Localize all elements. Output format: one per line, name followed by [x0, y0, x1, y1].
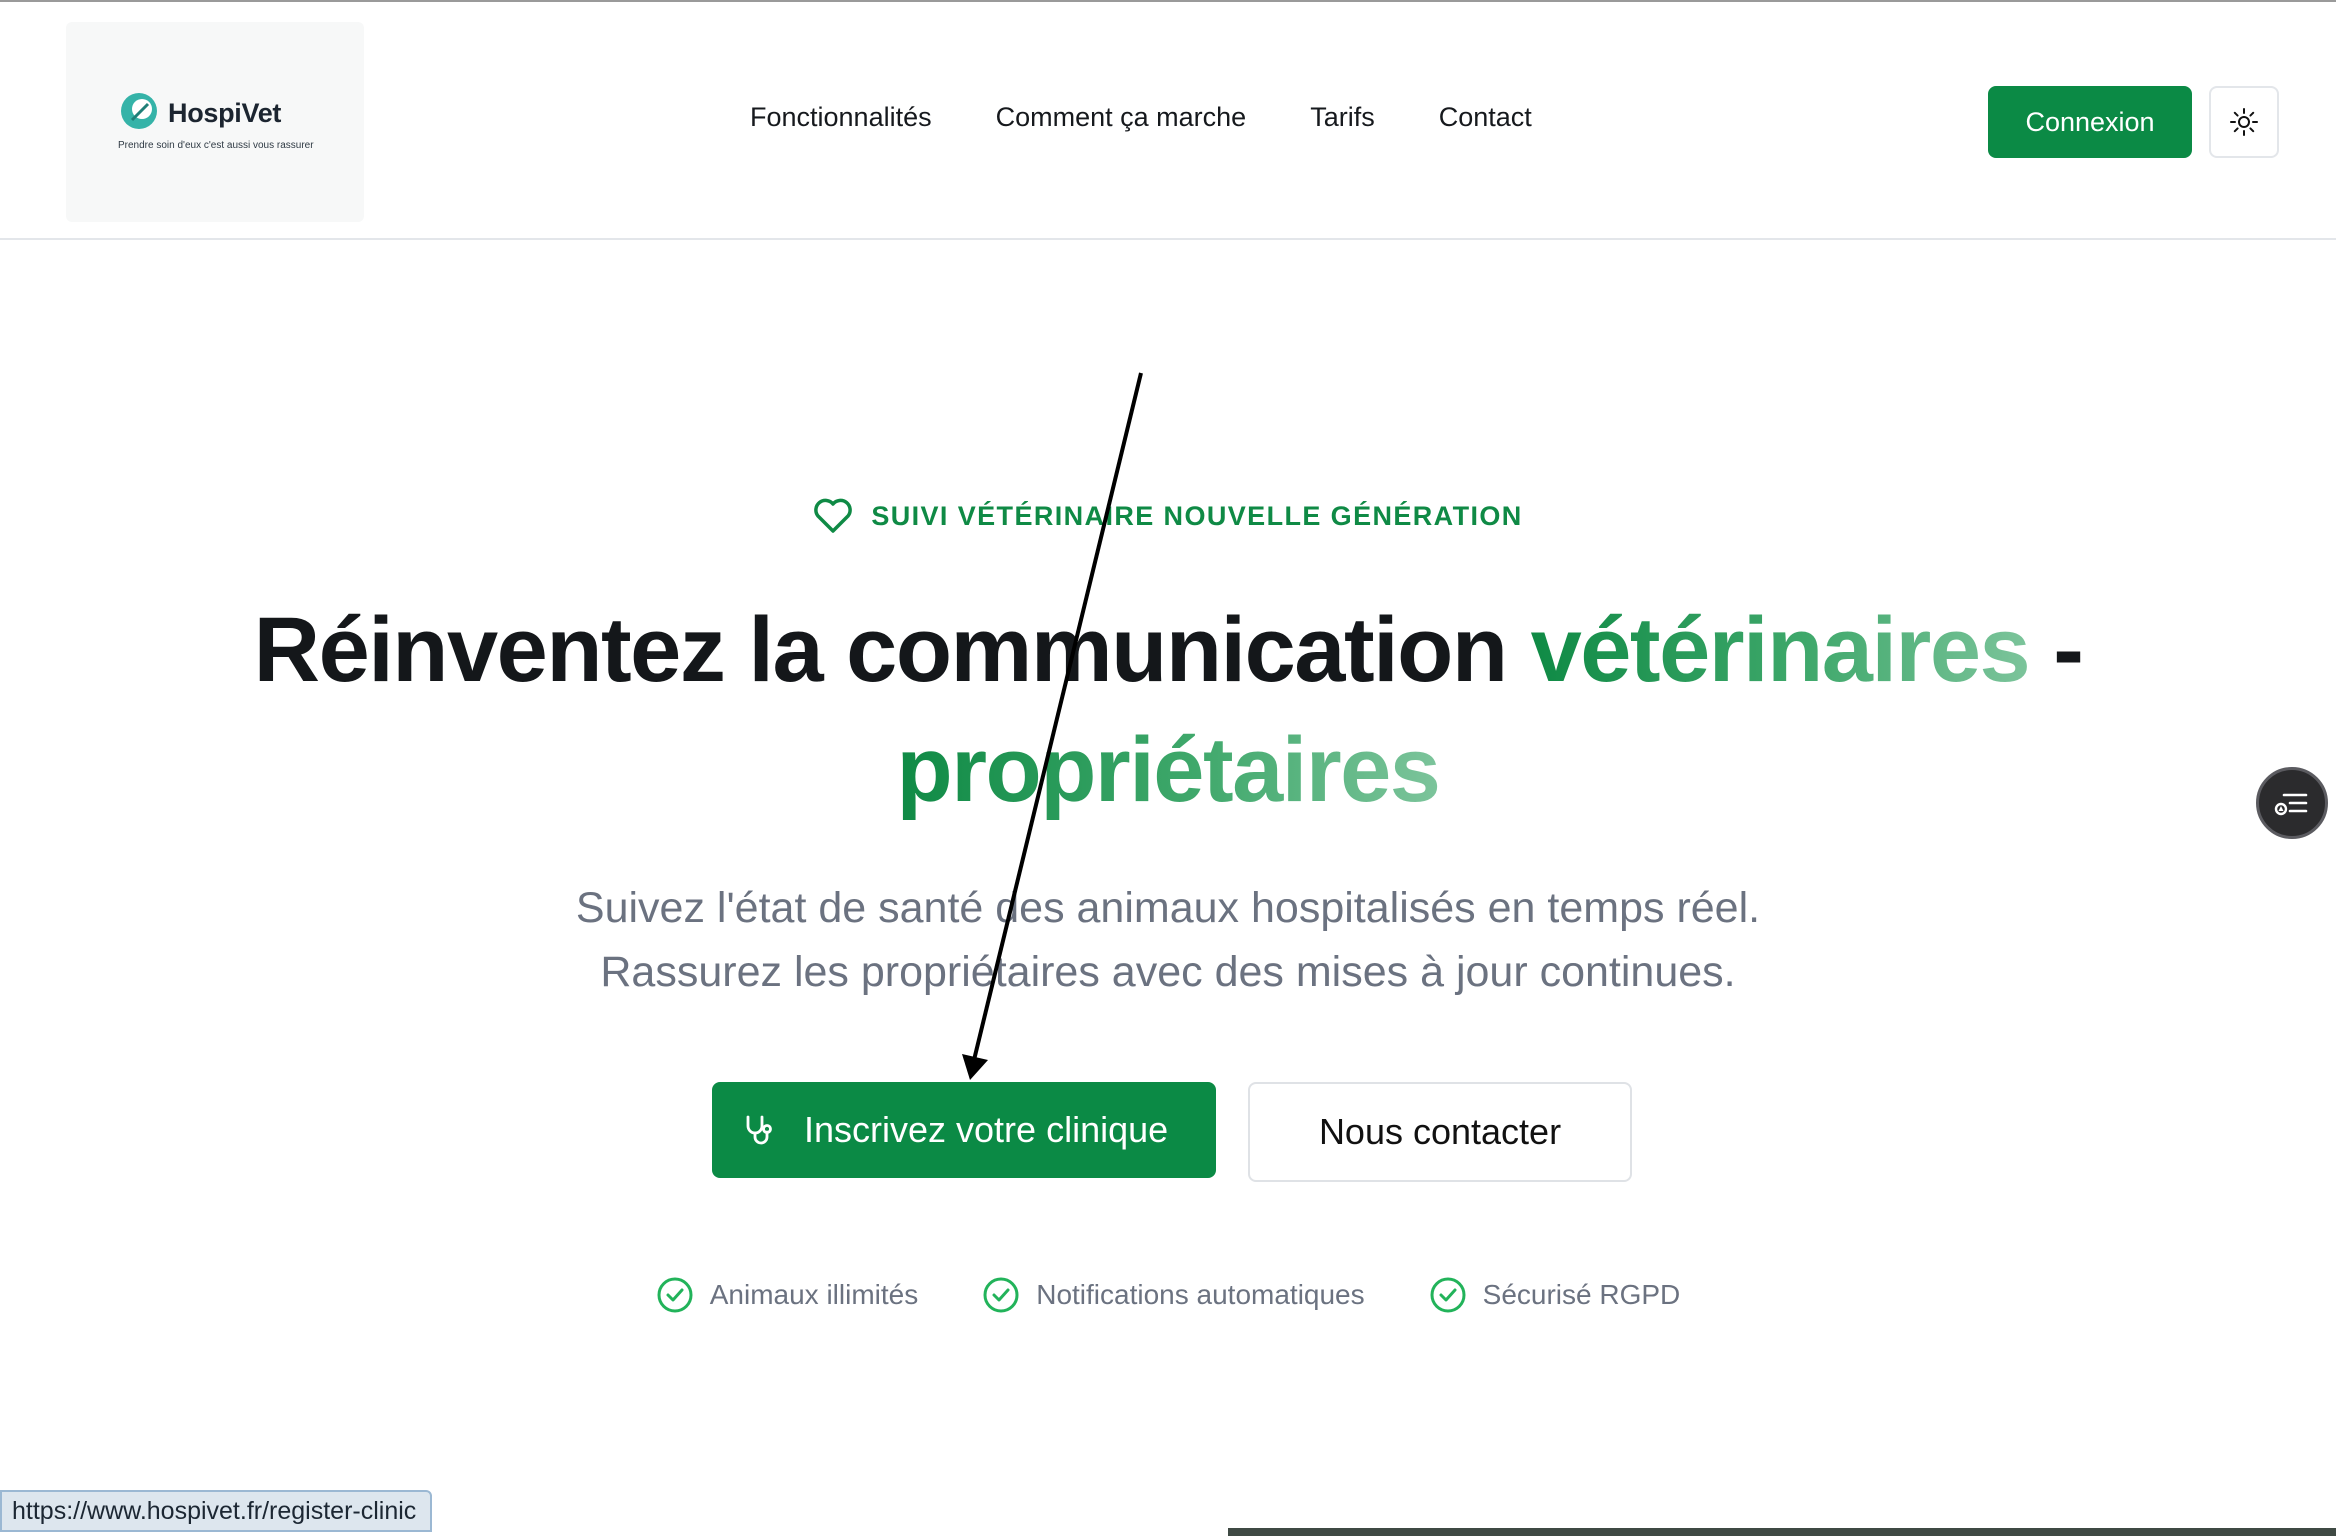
main-nav: Fonctionnalités Comment ça marche Tarifs…: [750, 102, 1532, 133]
headline-highlight-veterinaires: vétérinaires: [1530, 599, 2031, 701]
feature-label: Animaux illimités: [709, 1279, 919, 1310]
register-clinic-button[interactable]: Inscrivez votre clinique: [712, 1082, 1216, 1178]
headline-highlight-proprietaires: propriétaires: [896, 719, 1441, 821]
check-circle-icon: [657, 1277, 693, 1313]
sun-icon: [2230, 108, 2258, 136]
site-header: HospiVet Prendre soin d'eux c'est aussi …: [0, 2, 2336, 240]
feature-item: Notifications automatiques: [982, 1276, 1365, 1314]
bottom-image-strip: [1228, 1528, 2336, 1536]
feature-label: Sécurisé RGPD: [1482, 1279, 1681, 1310]
hero-eyebrow: SUIVI VÉTÉRINAIRE NOUVELLE GÉNÉRATION: [0, 498, 2336, 534]
nav-item-contact[interactable]: Contact: [1439, 102, 1532, 133]
logo[interactable]: HospiVet Prendre soin d'eux c'est aussi …: [66, 22, 364, 222]
nav-item-fonctionnalites[interactable]: Fonctionnalités: [750, 102, 932, 133]
logo-tagline: Prendre soin d'eux c'est aussi vous rass…: [118, 140, 314, 151]
headline-part1: Réinventez la communication: [253, 599, 1531, 701]
login-button[interactable]: Connexion: [1988, 86, 2192, 158]
subtitle-line2: Rassurez les propriétaires avec des mise…: [600, 948, 1736, 996]
nav-item-comment-ca-marche[interactable]: Comment ça marche: [996, 102, 1247, 133]
register-clinic-label: Inscrivez votre clinique: [804, 1109, 1169, 1150]
subtitle-line1: Suivez l'état de santé des animaux hospi…: [575, 884, 1761, 932]
feature-list: Animaux illimités Notifications automati…: [0, 1276, 2336, 1314]
logo-name: HospiVet: [168, 98, 282, 128]
hero-subtitle: Suivez l'état de santé des animaux hospi…: [0, 876, 2336, 1004]
hero-eyebrow-text: SUIVI VÉTÉRINAIRE NOUVELLE GÉNÉRATION: [871, 500, 1523, 531]
contact-us-button[interactable]: Nous contacter: [1248, 1082, 1632, 1182]
heart-icon: [814, 498, 853, 533]
check-circle-icon: [983, 1277, 1019, 1313]
stethoscope-icon: [746, 1115, 772, 1145]
hero-headline: Réinventez la communication vétérinaires…: [0, 590, 2336, 830]
floating-menu-button[interactable]: [2256, 767, 2328, 839]
status-bar-url: https://www.hospivet.fr/register-clinic: [0, 1490, 433, 1532]
paw-logo-icon: [121, 93, 157, 129]
list-icon: [2274, 793, 2308, 816]
check-circle-icon: [1430, 1277, 1466, 1313]
feature-item: Sécurisé RGPD: [1429, 1276, 1681, 1314]
headline-separator: -: [2029, 599, 2084, 701]
feature-item: Animaux illimités: [656, 1276, 919, 1314]
theme-toggle-button[interactable]: [2209, 86, 2279, 158]
nav-item-tarifs[interactable]: Tarifs: [1310, 102, 1375, 133]
feature-label: Notifications automatiques: [1036, 1279, 1365, 1310]
